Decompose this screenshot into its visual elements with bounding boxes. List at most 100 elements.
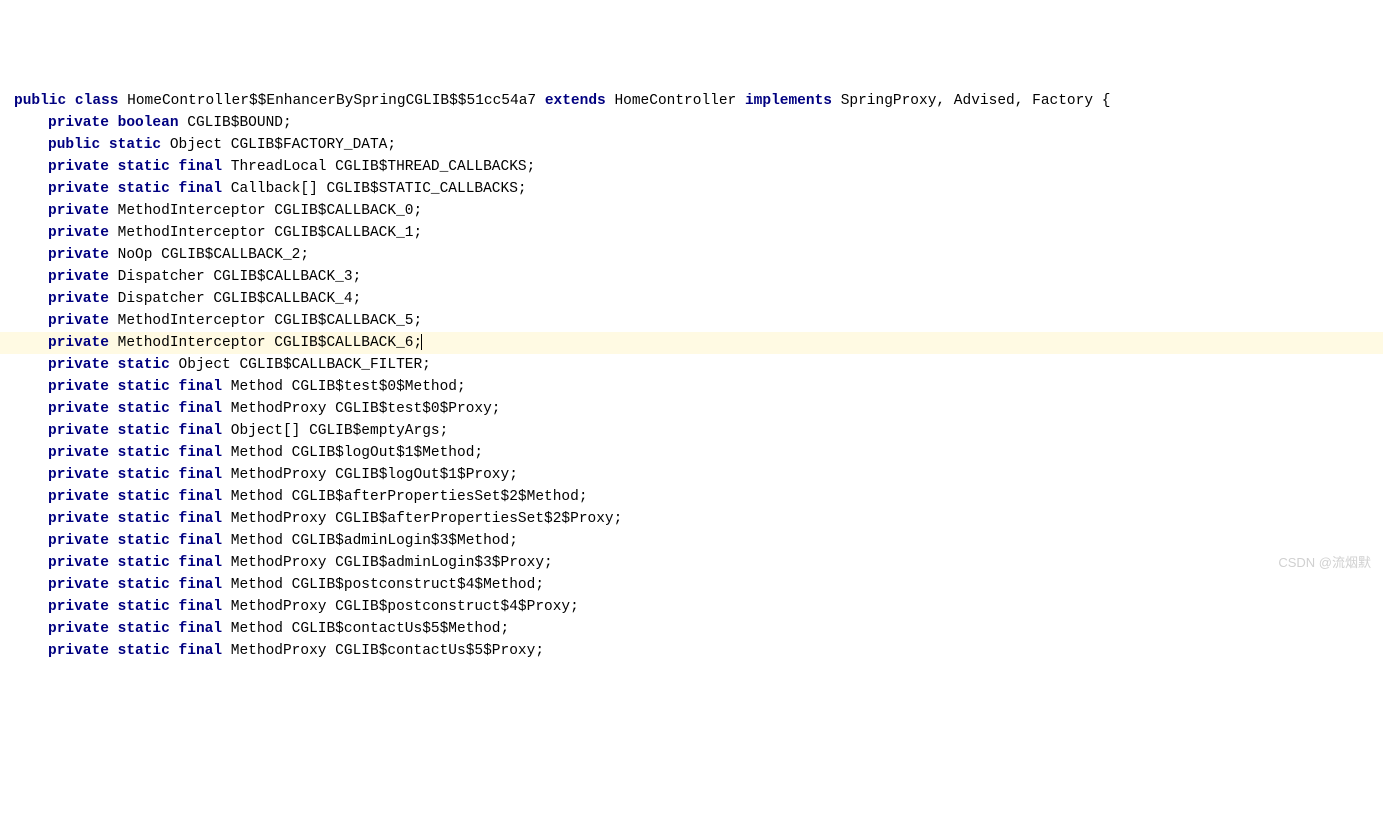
code-line[interactable]: private static final MethodProxy CGLIB$c… (0, 640, 1383, 662)
keyword-token: private (48, 555, 109, 571)
keyword-token: private (48, 511, 109, 527)
keyword-token: static (118, 401, 170, 417)
code-line[interactable]: private static final Method CGLIB$contac… (0, 618, 1383, 640)
code-line[interactable]: private MethodInterceptor CGLIB$CALLBACK… (0, 332, 1383, 354)
keyword-token: final (179, 489, 223, 505)
code-line[interactable]: private static final MethodProxy CGLIB$p… (0, 596, 1383, 618)
keyword-token: static (118, 577, 170, 593)
keyword-token: private (48, 225, 109, 241)
identifier-token: MethodProxy CGLIB$afterPropertiesSet$2$P… (231, 511, 623, 527)
code-line[interactable]: private MethodInterceptor CGLIB$CALLBACK… (0, 222, 1383, 244)
identifier-token: Dispatcher CGLIB$CALLBACK_4; (118, 291, 362, 307)
code-line[interactable]: public class HomeController$$EnhancerByS… (0, 90, 1383, 112)
code-line[interactable]: private NoOp CGLIB$CALLBACK_2; (0, 244, 1383, 266)
keyword-token: static (118, 467, 170, 483)
code-line[interactable]: private static final MethodProxy CGLIB$l… (0, 464, 1383, 486)
identifier-token: Object[] CGLIB$emptyArgs; (231, 423, 449, 439)
code-line[interactable]: private Dispatcher CGLIB$CALLBACK_4; (0, 288, 1383, 310)
identifier-token: Object CGLIB$FACTORY_DATA; (170, 137, 396, 153)
identifier-token: MethodProxy CGLIB$postconstruct$4$Proxy; (231, 599, 579, 615)
identifier-token: CGLIB$BOUND; (187, 115, 291, 131)
code-line[interactable]: private MethodInterceptor CGLIB$CALLBACK… (0, 310, 1383, 332)
identifier-token: Method CGLIB$logOut$1$Method; (231, 445, 483, 461)
keyword-token: boolean (118, 115, 179, 131)
identifier-token: MethodInterceptor CGLIB$CALLBACK_5; (118, 313, 423, 329)
identifier-token: HomeController$$EnhancerBySpringCGLIB$$5… (127, 93, 536, 109)
code-line[interactable]: private static final Method CGLIB$afterP… (0, 486, 1383, 508)
keyword-token: private (48, 269, 109, 285)
code-line[interactable]: private static Object CGLIB$CALLBACK_FIL… (0, 354, 1383, 376)
keyword-token: static (118, 533, 170, 549)
keyword-token: static (109, 137, 161, 153)
keyword-token: static (118, 511, 170, 527)
keyword-token: private (48, 577, 109, 593)
identifier-token: NoOp CGLIB$CALLBACK_2; (118, 247, 309, 263)
code-line[interactable]: private MethodInterceptor CGLIB$CALLBACK… (0, 200, 1383, 222)
identifier-token: HomeController (614, 93, 736, 109)
keyword-token: private (48, 445, 109, 461)
watermark-text: CSDN @流烟默 (1278, 552, 1371, 574)
keyword-token: final (179, 621, 223, 637)
keyword-token: static (118, 621, 170, 637)
keyword-token: final (179, 379, 223, 395)
identifier-token: MethodProxy CGLIB$logOut$1$Proxy; (231, 467, 518, 483)
keyword-token: static (118, 423, 170, 439)
identifier-token: MethodInterceptor CGLIB$CALLBACK_6; (118, 335, 423, 351)
keyword-token: private (48, 115, 109, 131)
keyword-token: final (179, 181, 223, 197)
keyword-token: static (118, 159, 170, 175)
identifier-token: MethodProxy CGLIB$test$0$Proxy; (231, 401, 501, 417)
keyword-token: final (179, 599, 223, 615)
keyword-token: private (48, 621, 109, 637)
keyword-token: final (179, 555, 223, 571)
identifier-token: MethodInterceptor CGLIB$CALLBACK_1; (118, 225, 423, 241)
keyword-token: private (48, 159, 109, 175)
code-line[interactable]: private static final MethodProxy CGLIB$a… (0, 508, 1383, 530)
keyword-token: private (48, 247, 109, 263)
code-line[interactable]: private static final Object[] CGLIB$empt… (0, 420, 1383, 442)
keyword-token: final (179, 511, 223, 527)
code-line[interactable]: private boolean CGLIB$BOUND; (0, 112, 1383, 134)
identifier-token: Method CGLIB$test$0$Method; (231, 379, 466, 395)
identifier-token: Object CGLIB$CALLBACK_FILTER; (179, 357, 431, 373)
identifier-token: Callback[] CGLIB$STATIC_CALLBACKS; (231, 181, 527, 197)
identifier-token: Method CGLIB$contactUs$5$Method; (231, 621, 509, 637)
code-line[interactable]: private static final MethodProxy CGLIB$t… (0, 398, 1383, 420)
code-line[interactable]: private static final Method CGLIB$postco… (0, 574, 1383, 596)
code-editor[interactable]: public class HomeController$$EnhancerByS… (0, 88, 1383, 664)
keyword-token: static (118, 643, 170, 659)
keyword-token: final (179, 643, 223, 659)
text-cursor (421, 334, 422, 350)
code-line[interactable]: public static Object CGLIB$FACTORY_DATA; (0, 134, 1383, 156)
identifier-token: ThreadLocal CGLIB$THREAD_CALLBACKS; (231, 159, 536, 175)
keyword-token: static (118, 379, 170, 395)
keyword-token: static (118, 357, 170, 373)
keyword-token: private (48, 379, 109, 395)
keyword-token: implements (745, 93, 832, 109)
identifier-token: MethodInterceptor CGLIB$CALLBACK_0; (118, 203, 423, 219)
keyword-token: final (179, 423, 223, 439)
code-line[interactable]: private static final Method CGLIB$test$0… (0, 376, 1383, 398)
code-line[interactable]: private static final Method CGLIB$adminL… (0, 530, 1383, 552)
keyword-token: static (118, 445, 170, 461)
keyword-token: private (48, 313, 109, 329)
code-line[interactable]: private Dispatcher CGLIB$CALLBACK_3; (0, 266, 1383, 288)
keyword-token: private (48, 335, 109, 351)
keyword-token: static (118, 489, 170, 505)
identifier-token: Method CGLIB$adminLogin$3$Method; (231, 533, 518, 549)
keyword-token: private (48, 467, 109, 483)
code-line[interactable]: private static final ThreadLocal CGLIB$T… (0, 156, 1383, 178)
keyword-token: private (48, 401, 109, 417)
keyword-token: static (118, 555, 170, 571)
code-line[interactable]: private static final MethodProxy CGLIB$a… (0, 552, 1383, 574)
identifier-token: MethodProxy CGLIB$contactUs$5$Proxy; (231, 643, 544, 659)
code-line[interactable]: private static final Callback[] CGLIB$ST… (0, 178, 1383, 200)
keyword-token: final (179, 467, 223, 483)
keyword-token: private (48, 599, 109, 615)
keyword-token: public (48, 137, 100, 153)
identifier-token: Method CGLIB$postconstruct$4$Method; (231, 577, 544, 593)
identifier-token: Dispatcher CGLIB$CALLBACK_3; (118, 269, 362, 285)
code-line[interactable]: private static final Method CGLIB$logOut… (0, 442, 1383, 464)
keyword-token: class (75, 93, 119, 109)
keyword-token: private (48, 357, 109, 373)
